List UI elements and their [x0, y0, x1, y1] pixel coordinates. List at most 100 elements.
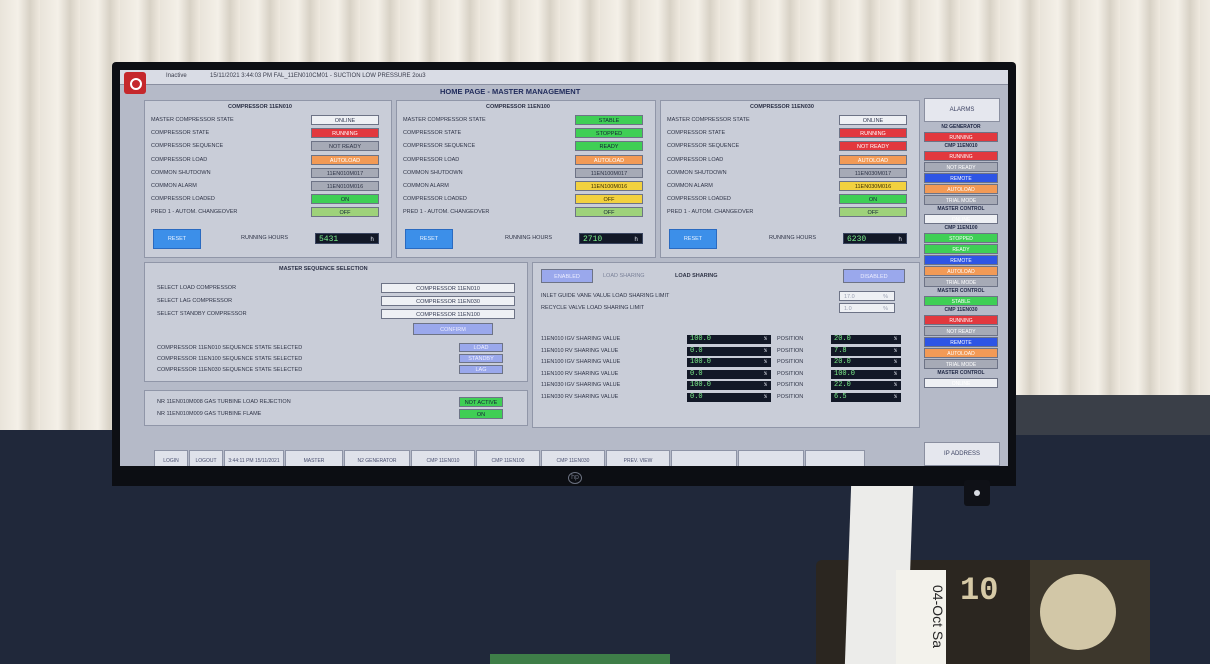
sidebar-heading: MASTER CONTROL [937, 288, 985, 294]
sidebar-heading: N2 GENERATOR [941, 124, 981, 130]
sidebar-status[interactable]: REMOTE [924, 337, 998, 347]
row-label: COMMON SHUTDOWN [151, 169, 211, 176]
nav-button[interactable]: CMP 11EN100 [476, 450, 540, 466]
status-value: OFF [839, 207, 907, 218]
load-sharing-on-label: LOAD SHARING [675, 273, 718, 279]
sharing-label: 11EN100 IGV SHARING VALUE [541, 359, 621, 365]
sharing-value: 100.0% [687, 381, 771, 390]
sidebar-status[interactable]: ONLINE [924, 378, 998, 388]
reset-button[interactable]: RESET [669, 229, 717, 249]
status-value: STOPPED [575, 128, 643, 139]
sidebar-status[interactable]: STABLE [924, 296, 998, 306]
hours-number: 5431 [319, 235, 339, 244]
position-unit: % [893, 370, 897, 377]
sidebar-status[interactable]: READY [924, 244, 998, 254]
load-sharing-disabled-button[interactable]: DISABLED [843, 269, 905, 283]
reset-button[interactable]: RESET [153, 229, 201, 249]
reset-button[interactable]: RESET [405, 229, 453, 249]
status-value: OFF [575, 194, 643, 205]
position-label: POSITION [777, 393, 804, 400]
limit-label: INLET GUIDE VANE VALUE LOAD SHARING LIMI… [541, 293, 670, 299]
load-sharing-enabled-button[interactable]: ENABLED [541, 269, 593, 283]
sidebar-status[interactable]: TRIAL MODE [924, 277, 998, 287]
nav-button[interactable]: LOGOUT [189, 450, 223, 466]
compressor-select[interactable]: COMPRESSOR 11EN010 [381, 283, 515, 293]
sharing-value: 0.0% [687, 392, 771, 402]
sidebar-status[interactable]: REMOTE [924, 255, 998, 265]
position-value: 20.0% [831, 358, 901, 367]
status-value: ONLINE [839, 115, 907, 125]
sharing-number: 100.0 [690, 335, 712, 343]
sidebar-status[interactable]: RUNNING [924, 132, 998, 142]
ip-address-button[interactable]: IP ADDRESS [924, 442, 1000, 466]
row-label: COMPRESSOR STATE [403, 130, 462, 137]
nav-button[interactable]: MASTER [285, 450, 343, 466]
compressor-select[interactable]: COMPRESSOR 11EN030 [381, 296, 515, 306]
sidebar-heading: CMP 11EN010 [944, 143, 978, 149]
nav-button[interactable]: CMP 11EN030 [541, 450, 605, 466]
status-value: OFF [311, 207, 379, 218]
nav-button[interactable] [671, 450, 737, 466]
status-value: ONLINE [311, 115, 379, 125]
nav-button[interactable]: CMP 11EN010 [411, 450, 475, 466]
sidebar-status[interactable]: STOPPED [924, 233, 998, 243]
status-value: 11EN100M017 [575, 167, 643, 178]
position-unit: % [893, 359, 897, 365]
sidebar-status[interactable]: NOT READY [924, 162, 998, 172]
sidebar-heading: MASTER CONTROL [937, 370, 985, 376]
status-bar: Inactive 15/11/2021 3:44:03 PM FAL_11EN0… [120, 70, 1008, 85]
desk-green-strip [490, 654, 670, 664]
sequence-state-label: COMPRESSOR 11EN100 SEQUENCE STATE SELECT… [157, 356, 303, 362]
sidebar-status[interactable]: RUNNING [924, 151, 998, 161]
book-logo-icon [1040, 574, 1116, 650]
nav-button[interactable]: PREV. VIEW [606, 450, 670, 466]
status-value: 11EN010M017 [311, 167, 379, 178]
sidebar-status[interactable]: TRIAL MODE [924, 359, 998, 369]
sidebar-status[interactable]: TRIAL MODE [924, 195, 998, 205]
alarms-button[interactable]: ALARMS [924, 98, 1000, 122]
row-label: MASTER COMPRESSOR STATE [403, 117, 486, 123]
sequence-state-value: LAG [459, 365, 503, 374]
sharing-value: 0.0% [687, 346, 771, 356]
sidebar-status[interactable]: AUTOLOAD [924, 266, 998, 276]
nav-button[interactable] [738, 450, 804, 466]
running-hours-value: 6230 h [843, 233, 907, 244]
row-label: COMPRESSOR SEQUENCE [403, 143, 476, 150]
row-label: PRED 1 - AUTOM. CHANGEOVER [151, 209, 238, 216]
select-label: SELECT LOAD COMPRESSOR [157, 285, 237, 291]
nav-button[interactable]: 3:44:11 PM 15/11/2021 [224, 450, 284, 466]
sidebar-status[interactable]: NOT READY [924, 326, 998, 336]
sidebar-status[interactable]: AUTOLOAD [924, 348, 998, 358]
position-label: POSITION [777, 347, 804, 354]
compressor-select[interactable]: COMPRESSOR 11EN100 [381, 309, 515, 319]
row-label: COMPRESSOR LOAD [667, 156, 724, 163]
nav-button[interactable]: LOGIN [154, 450, 188, 466]
gas-turbine-label: NR 11EN010M008 GAS TURBINE LOAD REJECTIO… [157, 399, 291, 405]
sharing-number: 100.0 [690, 358, 712, 366]
limit-value[interactable]: 1.0% [839, 303, 895, 313]
status-value: NOT READY [839, 141, 907, 152]
limit-value[interactable]: 17.0% [839, 291, 895, 301]
position-value: 7.8% [831, 346, 901, 356]
sidebar-status[interactable]: REMOTE [924, 173, 998, 183]
sequence-state-value: LOAD [459, 343, 503, 352]
position-number: 20.0 [834, 335, 851, 343]
system-menu-icon[interactable] [124, 72, 146, 94]
sequence-title: MASTER SEQUENCE SELECTION [279, 266, 368, 272]
nav-button[interactable] [805, 450, 865, 466]
confirm-button[interactable]: CONFIRM [413, 323, 493, 335]
sidebar-status[interactable]: RUNNING [924, 315, 998, 325]
status-value: NOT READY [311, 141, 379, 152]
nav-button[interactable]: N2 GENERATOR [344, 450, 410, 466]
hours-unit: h [898, 236, 902, 243]
row-label: COMMON SHUTDOWN [403, 169, 463, 176]
sidebar-status[interactable]: AUTOLOAD [924, 184, 998, 194]
sharing-unit: % [763, 347, 767, 354]
power-button[interactable] [964, 480, 990, 506]
sharing-unit: % [763, 359, 767, 365]
position-unit: % [893, 393, 897, 400]
status-value: READY [575, 141, 643, 152]
paper-note: 04-Oct Sa [896, 570, 946, 664]
monitor-logo-icon: hp [568, 472, 582, 484]
sidebar-status[interactable]: ONLINE [924, 214, 998, 224]
